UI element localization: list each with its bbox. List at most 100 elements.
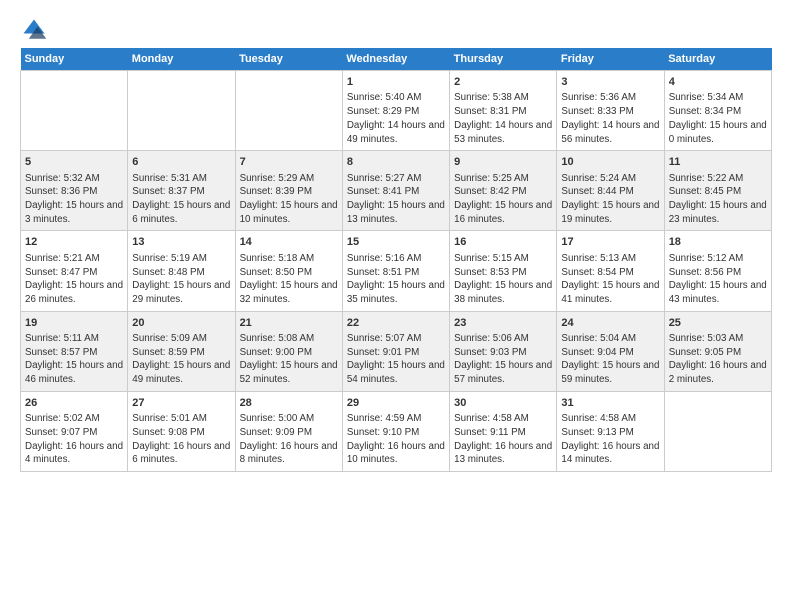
day-number: 17: [561, 235, 659, 250]
day-number: 30: [454, 396, 552, 411]
day-number: 10: [561, 155, 659, 170]
week-row-2: 5 Sunrise: 5:32 AMSunset: 8:36 PMDaylight…: [21, 151, 772, 231]
calendar-table: SundayMondayTuesdayWednesdayThursdayFrid…: [20, 48, 772, 472]
calendar-cell: 9 Sunrise: 5:25 AMSunset: 8:42 PMDaylight…: [450, 151, 557, 231]
day-number: 26: [25, 396, 123, 411]
day-number: 22: [347, 316, 445, 331]
day-info: Sunrise: 5:11 AMSunset: 8:57 PMDaylight:…: [25, 332, 123, 387]
calendar-cell: 7 Sunrise: 5:29 AMSunset: 8:39 PMDaylight…: [235, 151, 342, 231]
day-header-tuesday: Tuesday: [235, 48, 342, 71]
day-number: 27: [132, 396, 230, 411]
calendar-cell: 6 Sunrise: 5:31 AMSunset: 8:37 PMDaylight…: [128, 151, 235, 231]
day-info: Sunrise: 5:00 AMSunset: 9:09 PMDaylight:…: [240, 412, 338, 467]
day-number: 16: [454, 235, 552, 250]
day-info: Sunrise: 5:29 AMSunset: 8:39 PMDaylight:…: [240, 172, 338, 227]
day-header-saturday: Saturday: [664, 48, 771, 71]
day-info: Sunrise: 5:13 AMSunset: 8:54 PMDaylight:…: [561, 252, 659, 307]
day-number: 7: [240, 155, 338, 170]
day-number: 15: [347, 235, 445, 250]
calendar-cell: 31Sunrise: 4:58 AMSunset: 9:13 PMDayligh…: [557, 391, 664, 471]
day-number: 11: [669, 155, 767, 170]
calendar-cell: 23Sunrise: 5:06 AMSunset: 9:03 PMDayligh…: [450, 311, 557, 391]
calendar-cell: 18 Sunrise: 5:12 AMSunset: 8:56 PMDayligh…: [664, 231, 771, 311]
day-number: 14: [240, 235, 338, 250]
calendar-cell: 26Sunrise: 5:02 AMSunset: 9:07 PMDayligh…: [21, 391, 128, 471]
day-info: Sunrise: 4:58 AMSunset: 9:11 PMDaylight:…: [454, 412, 552, 467]
calendar-cell: 29Sunrise: 4:59 AMSunset: 9:10 PMDayligh…: [342, 391, 449, 471]
day-info: Sunrise: 5:31 AMSunset: 8:37 PMDaylight:…: [132, 172, 230, 227]
day-number: 9: [454, 155, 552, 170]
calendar-cell: [128, 71, 235, 151]
day-info: Sunrise: 5:38 AMSunset: 8:31 PMDaylight:…: [454, 91, 552, 146]
day-info: Sunrise: 4:58 AMSunset: 9:13 PMDaylight:…: [561, 412, 659, 467]
day-number: 21: [240, 316, 338, 331]
logo-icon: [20, 16, 48, 44]
day-info: Sunrise: 5:34 AMSunset: 8:34 PMDaylight:…: [669, 91, 767, 146]
logo: [20, 16, 52, 44]
calendar-cell: 12 Sunrise: 5:21 AMSunset: 8:47 PMDayligh…: [21, 231, 128, 311]
day-info: Sunrise: 5:21 AMSunset: 8:47 PMDaylight:…: [25, 252, 123, 307]
day-info: Sunrise: 5:40 AMSunset: 8:29 PMDaylight:…: [347, 91, 445, 146]
day-info: Sunrise: 5:27 AMSunset: 8:41 PMDaylight:…: [347, 172, 445, 227]
day-number: 19: [25, 316, 123, 331]
day-number: 28: [240, 396, 338, 411]
week-row-3: 12 Sunrise: 5:21 AMSunset: 8:47 PMDayligh…: [21, 231, 772, 311]
calendar-cell: 1Sunrise: 5:40 AMSunset: 8:29 PMDaylight…: [342, 71, 449, 151]
day-info: Sunrise: 5:25 AMSunset: 8:42 PMDaylight:…: [454, 172, 552, 227]
page-header: [20, 16, 772, 44]
day-number: 5: [25, 155, 123, 170]
day-number: 24: [561, 316, 659, 331]
day-info: Sunrise: 5:18 AMSunset: 8:50 PMDaylight:…: [240, 252, 338, 307]
day-number: 4: [669, 75, 767, 90]
calendar-cell: 27Sunrise: 5:01 AMSunset: 9:08 PMDayligh…: [128, 391, 235, 471]
day-info: Sunrise: 5:06 AMSunset: 9:03 PMDaylight:…: [454, 332, 552, 387]
day-header-friday: Friday: [557, 48, 664, 71]
calendar-cell: [21, 71, 128, 151]
calendar-cell: 4Sunrise: 5:34 AMSunset: 8:34 PMDaylight…: [664, 71, 771, 151]
day-info: Sunrise: 5:32 AMSunset: 8:36 PMDaylight:…: [25, 172, 123, 227]
week-row-4: 19Sunrise: 5:11 AMSunset: 8:57 PMDayligh…: [21, 311, 772, 391]
calendar-cell: 16 Sunrise: 5:15 AMSunset: 8:53 PMDayligh…: [450, 231, 557, 311]
calendar-cell: [235, 71, 342, 151]
day-header-thursday: Thursday: [450, 48, 557, 71]
day-number: 13: [132, 235, 230, 250]
day-info: Sunrise: 5:01 AMSunset: 9:08 PMDaylight:…: [132, 412, 230, 467]
calendar-cell: 15 Sunrise: 5:16 AMSunset: 8:51 PMDayligh…: [342, 231, 449, 311]
day-header-wednesday: Wednesday: [342, 48, 449, 71]
day-number: 29: [347, 396, 445, 411]
day-info: Sunrise: 5:15 AMSunset: 8:53 PMDaylight:…: [454, 252, 552, 307]
day-info: Sunrise: 5:16 AMSunset: 8:51 PMDaylight:…: [347, 252, 445, 307]
day-info: Sunrise: 5:07 AMSunset: 9:01 PMDaylight:…: [347, 332, 445, 387]
calendar-cell: [664, 391, 771, 471]
day-info: Sunrise: 5:04 AMSunset: 9:04 PMDaylight:…: [561, 332, 659, 387]
calendar-cell: 3Sunrise: 5:36 AMSunset: 8:33 PMDaylight…: [557, 71, 664, 151]
calendar-cell: 19Sunrise: 5:11 AMSunset: 8:57 PMDayligh…: [21, 311, 128, 391]
day-number: 31: [561, 396, 659, 411]
day-info: Sunrise: 5:12 AMSunset: 8:56 PMDaylight:…: [669, 252, 767, 307]
calendar-cell: 8Sunrise: 5:27 AMSunset: 8:41 PMDaylight…: [342, 151, 449, 231]
day-number: 12: [25, 235, 123, 250]
calendar-cell: 21Sunrise: 5:08 AMSunset: 9:00 PMDayligh…: [235, 311, 342, 391]
day-number: 2: [454, 75, 552, 90]
day-info: Sunrise: 5:36 AMSunset: 8:33 PMDaylight:…: [561, 91, 659, 146]
day-info: Sunrise: 5:09 AMSunset: 8:59 PMDaylight:…: [132, 332, 230, 387]
week-row-1: 1Sunrise: 5:40 AMSunset: 8:29 PMDaylight…: [21, 71, 772, 151]
calendar-cell: 28Sunrise: 5:00 AMSunset: 9:09 PMDayligh…: [235, 391, 342, 471]
day-info: Sunrise: 5:08 AMSunset: 9:00 PMDaylight:…: [240, 332, 338, 387]
day-header-sunday: Sunday: [21, 48, 128, 71]
calendar-cell: 10Sunrise: 5:24 AMSunset: 8:44 PMDayligh…: [557, 151, 664, 231]
calendar-cell: 30Sunrise: 4:58 AMSunset: 9:11 PMDayligh…: [450, 391, 557, 471]
week-row-5: 26Sunrise: 5:02 AMSunset: 9:07 PMDayligh…: [21, 391, 772, 471]
calendar-cell: 22Sunrise: 5:07 AMSunset: 9:01 PMDayligh…: [342, 311, 449, 391]
day-info: Sunrise: 5:22 AMSunset: 8:45 PMDaylight:…: [669, 172, 767, 227]
day-info: Sunrise: 4:59 AMSunset: 9:10 PMDaylight:…: [347, 412, 445, 467]
calendar-cell: 25Sunrise: 5:03 AMSunset: 9:05 PMDayligh…: [664, 311, 771, 391]
day-number: 6: [132, 155, 230, 170]
day-info: Sunrise: 5:19 AMSunset: 8:48 PMDaylight:…: [132, 252, 230, 307]
calendar-cell: 20Sunrise: 5:09 AMSunset: 8:59 PMDayligh…: [128, 311, 235, 391]
calendar-cell: 5 Sunrise: 5:32 AMSunset: 8:36 PMDaylight…: [21, 151, 128, 231]
day-info: Sunrise: 5:03 AMSunset: 9:05 PMDaylight:…: [669, 332, 767, 387]
calendar-cell: 17 Sunrise: 5:13 AMSunset: 8:54 PMDayligh…: [557, 231, 664, 311]
day-number: 25: [669, 316, 767, 331]
day-number: 18: [669, 235, 767, 250]
